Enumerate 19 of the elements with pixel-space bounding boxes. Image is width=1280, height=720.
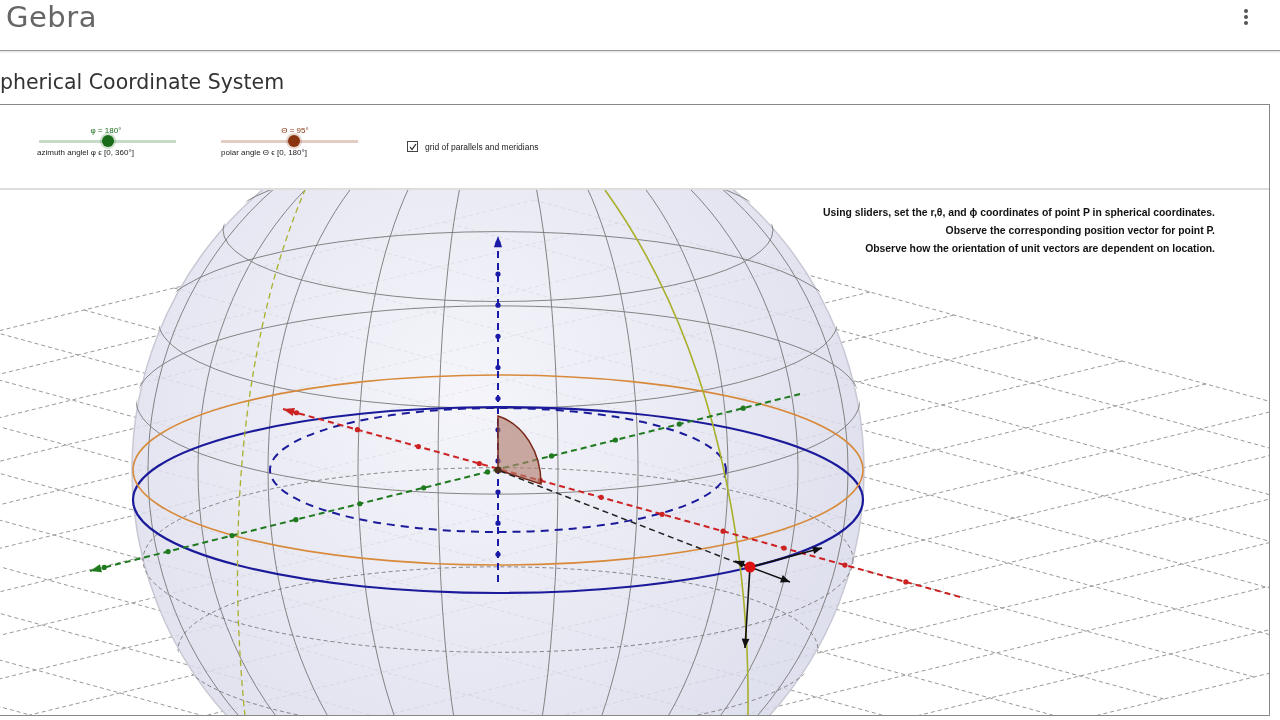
page-title: pherical Coordinate System	[0, 70, 285, 94]
slider-track[interactable]	[221, 135, 358, 147]
checkbox-label: grid of parallels and meridians	[425, 141, 539, 152]
instruction-text: Using sliders, set the r,θ, and ϕ coordinates of point P in spherical coordinates.	[823, 207, 1215, 218]
angle-sector	[497, 415, 542, 485]
app-logo: Gebra	[6, 0, 97, 34]
menu-icon[interactable]	[1243, 8, 1249, 26]
slider-thumb[interactable]	[101, 135, 114, 147]
instruction-text: Observe the corresponding position vector for point P.	[945, 225, 1215, 236]
slider-thumb[interactable]	[287, 135, 300, 147]
slider-track[interactable]	[39, 135, 176, 147]
slider-caption: polar angle Θ ϵ [0, 180°]	[221, 148, 307, 157]
slider-value: Θ = 95°	[281, 126, 309, 135]
checkbox[interactable]	[407, 141, 418, 152]
point-p[interactable]	[744, 561, 756, 573]
origin-point	[494, 466, 502, 474]
slider-caption: azimuth anglel φ ϵ [0, 360°]	[37, 148, 134, 157]
instruction-text: Observe how the orientation of unit vectors are dependent on location.	[865, 243, 1215, 254]
slider-value: φ = 180°	[90, 126, 122, 135]
